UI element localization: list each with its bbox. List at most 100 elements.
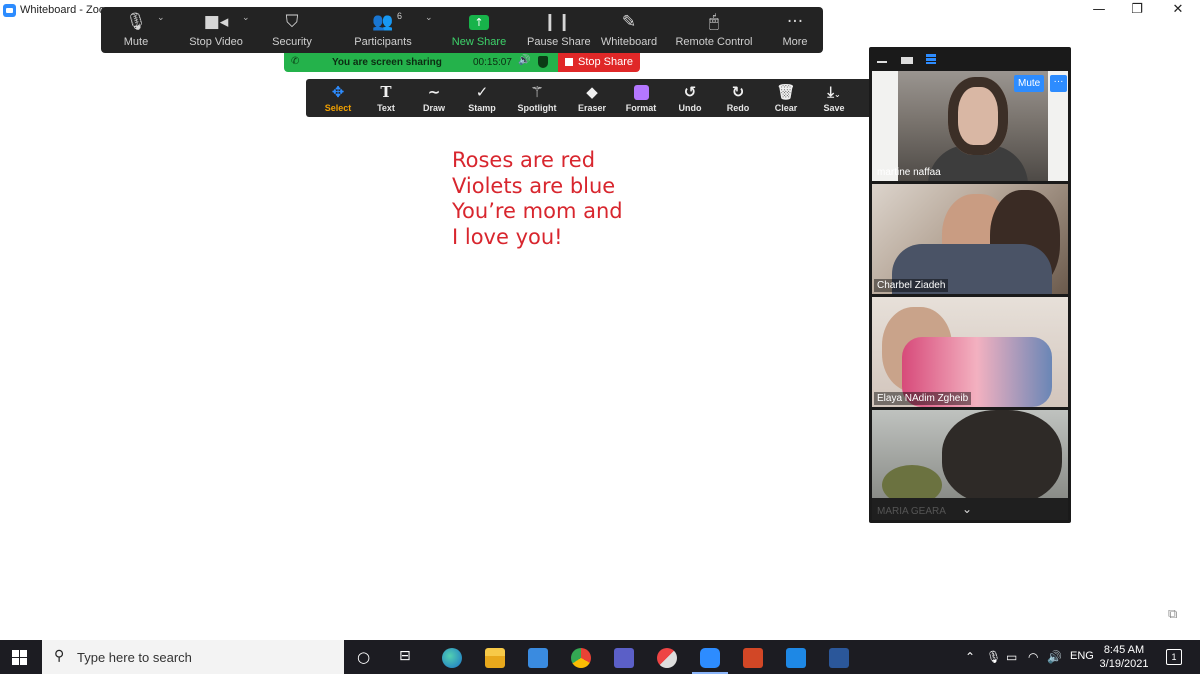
poem-line-2: Violets are blue	[452, 173, 616, 198]
format-tool-label: Format	[625, 103, 657, 113]
move-arrows-icon: ✥	[331, 83, 345, 101]
participant-more-button[interactable]: ···	[1050, 75, 1067, 92]
volume-icon[interactable]: 🔊	[1047, 650, 1062, 664]
stop-square-icon	[565, 58, 573, 66]
video-tile[interactable]: Mute ··· martine naffaa	[872, 71, 1068, 181]
windows-start-icon[interactable]	[12, 650, 27, 665]
task-view-icon[interactable]: ⊟	[399, 648, 411, 664]
remote-control-button[interactable]: 🖱 Remote Control	[675, 7, 753, 53]
whiteboard-label: Whiteboard	[600, 36, 658, 48]
mute-options-chevron-icon[interactable]: ⌄	[157, 13, 165, 23]
format-tool[interactable]: Format	[617, 79, 665, 117]
search-icon: ⚲	[54, 648, 65, 664]
mail-icon[interactable]	[528, 648, 548, 668]
mouse-icon: 🖱	[708, 12, 720, 32]
taskbar-search-box[interactable]: ⚲ Type here to search	[42, 640, 344, 674]
meeting-toolbar: 🎙 Mute ⌄ ■◂ Stop Video ⌄ ⛉ Security 👥 Pa…	[101, 7, 823, 53]
whiteboard-button[interactable]: ✎ Whiteboard	[599, 7, 659, 53]
chrome-icon[interactable]	[571, 648, 591, 668]
remote-control-label: Remote Control	[675, 36, 753, 48]
encryption-shield-icon	[538, 56, 548, 68]
mute-button[interactable]: 🎙 Mute	[113, 7, 159, 53]
clock-time: 8:45 AM	[1103, 644, 1145, 656]
stop-share-button[interactable]: Stop Share	[558, 53, 640, 72]
spotlight-tool[interactable]: ⚚ Spotlight	[513, 79, 561, 117]
trash-icon: 🗑	[776, 83, 796, 101]
battery-icon[interactable]: ▭	[1006, 650, 1017, 664]
eraser-tool[interactable]: ◆ Eraser	[568, 79, 616, 117]
save-tool[interactable]: ⤓⌄ Save	[810, 79, 858, 117]
cortana-icon[interactable]: ○	[357, 648, 370, 666]
clear-tool-label: Clear	[774, 103, 798, 113]
screen: Whiteboard - Zoo — ❐ ✕ 🎙 Mute ⌄ ■◂ Stop …	[0, 0, 1200, 674]
pause-icon: ❙❙	[542, 12, 572, 32]
stop-video-label: Stop Video	[189, 36, 243, 48]
draw-tool[interactable]: ∼ Draw	[410, 79, 458, 117]
video-tile[interactable]: Charbel Ziadeh	[872, 184, 1068, 294]
draw-tool-label: Draw	[422, 103, 445, 113]
edge-icon[interactable]	[442, 648, 462, 668]
zoom-app-icon	[3, 4, 16, 17]
undo-tool[interactable]: ↺ Undo	[666, 79, 714, 117]
word-icon[interactable]	[829, 648, 849, 668]
strip-view-icon[interactable]	[926, 54, 936, 64]
snipping-tool-icon[interactable]	[657, 648, 677, 668]
powerpoint-icon[interactable]	[743, 648, 763, 668]
taskbar-clock[interactable]: 8:45 AM 3/19/2021	[1096, 643, 1152, 671]
video-tile[interactable]: Elaya NAdim Zgheib	[872, 297, 1068, 407]
video-options-chevron-icon[interactable]: ⌄	[242, 13, 250, 23]
new-share-label: New Share	[451, 36, 507, 48]
windows-taskbar: ⚲ Type here to search ○ ⊟ ⌃ 🎙 ▭ ◠ 🔊 ENG …	[0, 640, 1200, 674]
clear-tool[interactable]: 🗑 Clear	[762, 79, 810, 117]
wifi-icon[interactable]: ◠	[1028, 650, 1038, 664]
zoom-taskbar-icon[interactable]	[700, 648, 720, 668]
close-button[interactable]: ✕	[1163, 1, 1193, 19]
minimize-button[interactable]: —	[1084, 1, 1114, 19]
share-arrow-icon: ↑	[469, 14, 489, 30]
notification-center-icon[interactable]: 1	[1166, 649, 1182, 665]
security-button[interactable]: ⛉ Security	[267, 7, 317, 53]
show-hidden-icons-chevron-icon[interactable]: ⌃	[965, 650, 975, 664]
teams-icon[interactable]	[614, 648, 634, 668]
squiggle-icon: ∼	[427, 83, 441, 101]
open-in-new-icon[interactable]: ⧉	[1168, 607, 1177, 622]
pause-share-button[interactable]: ❙❙ Pause Share	[527, 7, 591, 53]
minimize-panel-icon[interactable]	[877, 61, 887, 63]
scroll-down-chevron-icon[interactable]: ⌄	[962, 502, 972, 516]
annotation-toolbar: ✥ Select T Text ∼ Draw ✓ Stamp ⚚ Spotlig…	[306, 79, 894, 117]
undo-tool-label: Undo	[678, 103, 702, 113]
mute-participant-button[interactable]: Mute	[1014, 75, 1045, 92]
sharing-elapsed-time: 00:15:07	[473, 57, 512, 68]
poem-line-3: You’re mom and	[452, 199, 623, 223]
text-tool[interactable]: T Text	[362, 79, 410, 117]
select-tool[interactable]: ✥ Select	[314, 79, 362, 117]
more-button[interactable]: ··· More	[775, 7, 815, 53]
search-placeholder: Type here to search	[77, 650, 192, 665]
poem-line-1: Roses are red	[452, 148, 596, 172]
save-tool-label: Save	[823, 103, 845, 113]
file-explorer-icon[interactable]	[485, 648, 505, 668]
video-player-icon[interactable]	[786, 648, 806, 668]
participant-video	[942, 410, 1062, 505]
participant-video	[948, 77, 1008, 155]
window-title: Whiteboard - Zoo	[20, 4, 105, 16]
stamp-tool[interactable]: ✓ Stamp	[458, 79, 506, 117]
participants-button[interactable]: 👥 Participants	[351, 7, 415, 53]
undo-icon: ↺	[683, 83, 697, 101]
redo-tool[interactable]: ↻ Redo	[714, 79, 762, 117]
restore-button[interactable]: ❐	[1122, 1, 1152, 19]
microphone-icon: 🎙	[125, 12, 147, 32]
stop-video-button[interactable]: ■◂ Stop Video	[185, 7, 247, 53]
participants-options-chevron-icon[interactable]: ⌄	[425, 13, 433, 23]
microphone-tray-icon[interactable]: 🎙	[986, 650, 1001, 664]
whiteboard-text[interactable]: Roses are red Violets are blue You’re mo…	[452, 148, 623, 250]
new-share-button[interactable]: ↑ New Share	[451, 7, 507, 53]
language-indicator[interactable]: ENG	[1070, 650, 1094, 666]
single-view-icon[interactable]	[901, 57, 913, 64]
shield-icon: ⛉	[285, 12, 299, 32]
participant-name: MARIA GEARA	[877, 506, 946, 517]
speaker-icon[interactable]: 🔊	[518, 55, 530, 66]
participant-name: Elaya NAdim Zgheib	[874, 392, 972, 405]
select-tool-label: Select	[324, 103, 352, 113]
pencil-icon: ✎	[621, 12, 637, 32]
